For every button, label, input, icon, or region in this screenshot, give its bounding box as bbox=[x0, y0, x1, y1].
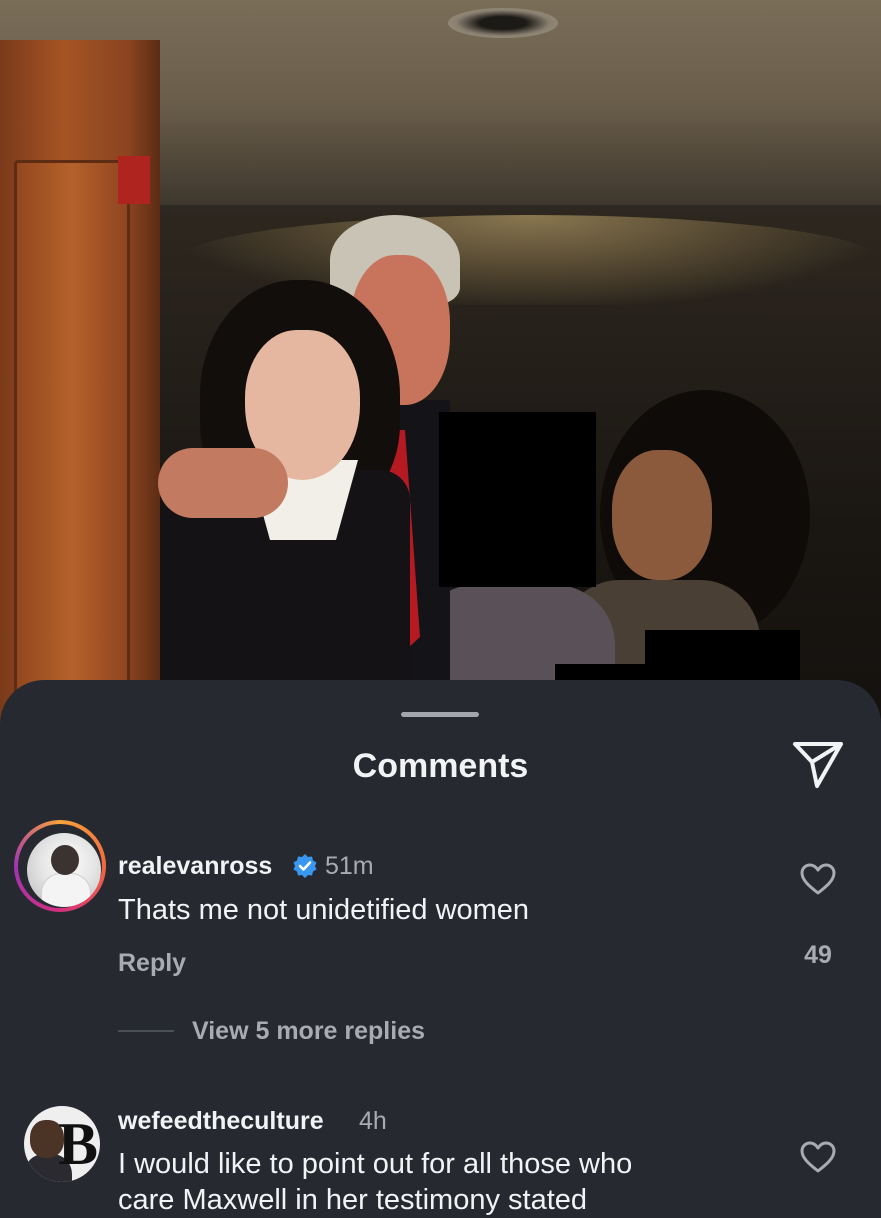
photo-wood-cabinet bbox=[0, 40, 160, 740]
comment-username[interactable]: realevanross bbox=[118, 851, 272, 881]
avatar[interactable]: B bbox=[24, 1106, 100, 1182]
heart-outline-icon[interactable] bbox=[799, 1140, 837, 1174]
photo-redaction-box bbox=[439, 412, 596, 587]
post-photo bbox=[0, 0, 881, 740]
comment-time: 51m bbox=[325, 852, 374, 880]
comment-text-line: care Maxwell in her testimony stated bbox=[118, 1184, 588, 1216]
comment-text-line: I would like to point out for all those … bbox=[118, 1148, 633, 1180]
verified-badge-icon bbox=[293, 854, 317, 878]
comment-text: Thats me not unidetified women bbox=[118, 894, 530, 926]
avatar-logo-letter: B bbox=[58, 1111, 99, 1177]
photo-arm bbox=[158, 448, 288, 518]
photo-person-right-face bbox=[612, 450, 712, 580]
avatar-story-ring[interactable] bbox=[14, 820, 106, 912]
sheet-title: Comments bbox=[352, 747, 529, 785]
comment-username[interactable]: wefeedtheculture bbox=[118, 1106, 324, 1136]
replies-divider-line bbox=[118, 1030, 174, 1032]
sheet-drag-handle[interactable] bbox=[401, 712, 479, 717]
photo-red-tag bbox=[118, 156, 150, 204]
paper-plane-icon[interactable] bbox=[791, 740, 845, 790]
photo-ceiling-light bbox=[448, 8, 558, 38]
view-more-replies-button[interactable]: View 5 more replies bbox=[192, 1016, 425, 1046]
avatar bbox=[27, 833, 101, 907]
comment-time: 4h bbox=[359, 1107, 387, 1135]
comments-sheet: Comments realevanross 51m Thats me not u… bbox=[0, 680, 881, 1216]
heart-outline-icon[interactable] bbox=[799, 862, 837, 896]
like-count: 49 bbox=[804, 941, 832, 969]
reply-button[interactable]: Reply bbox=[118, 948, 186, 978]
